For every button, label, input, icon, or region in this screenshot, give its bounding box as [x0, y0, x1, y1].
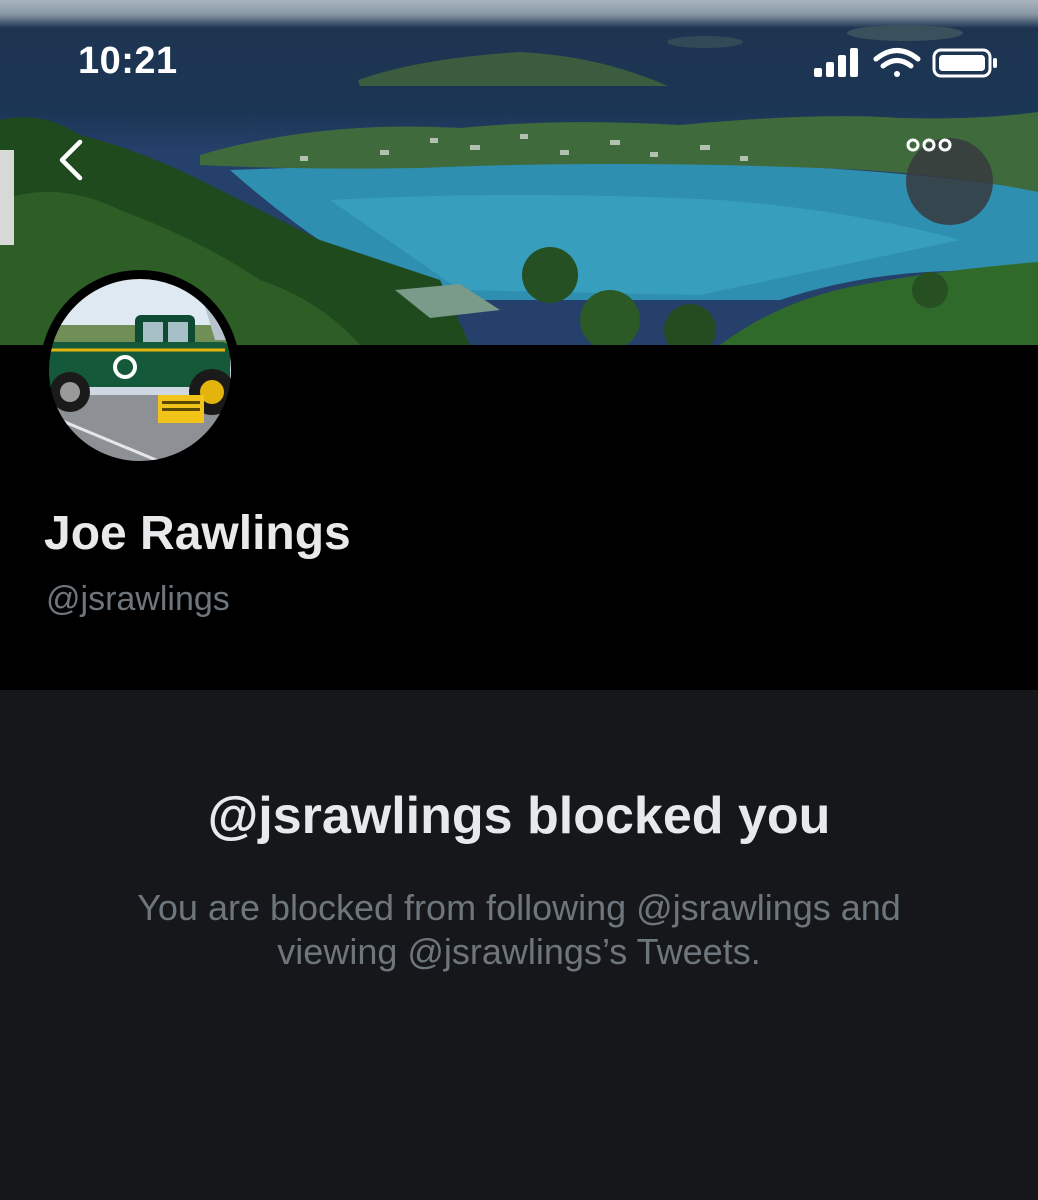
more-options-button[interactable]	[906, 138, 993, 225]
cellular-signal-icon	[814, 48, 858, 77]
wifi-icon	[873, 48, 921, 77]
avatar-photo-truck	[41, 271, 239, 469]
battery-icon	[932, 48, 997, 78]
profile-avatar[interactable]	[40, 270, 240, 470]
blocked-title: @jsrawlings blocked you	[207, 787, 831, 845]
chevron-left-icon	[59, 139, 83, 181]
blocked-notice-panel: @jsrawlings blocked you You are blocked …	[0, 690, 1038, 1200]
back-button[interactable]	[56, 138, 118, 224]
blocked-message: You are blocked from following @jsrawlin…	[137, 887, 901, 972]
profile-handle: @jsrawlings	[46, 580, 230, 618]
more-horizontal-icon	[906, 138, 952, 152]
profile-name: Joe Rawlings	[44, 507, 351, 560]
status-bar-time: 10:21	[78, 40, 178, 82]
